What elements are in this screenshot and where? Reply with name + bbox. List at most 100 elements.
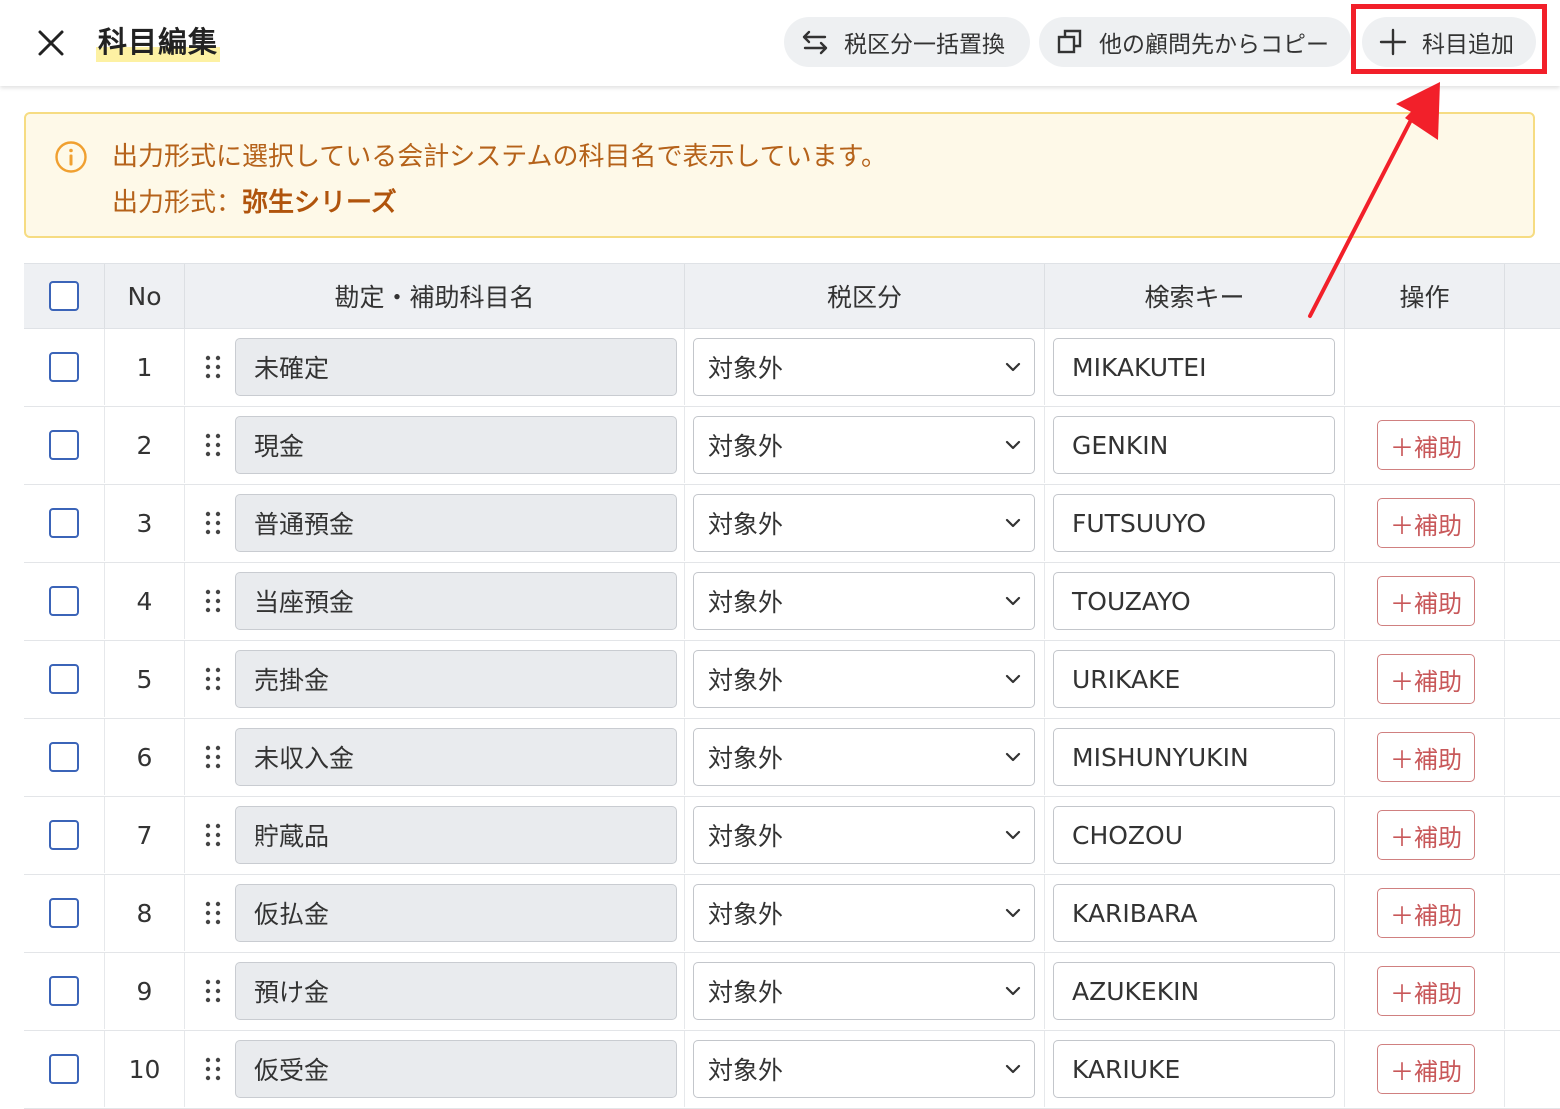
drag-handle-icon[interactable]	[199, 1054, 227, 1084]
output-format-label: 出力形式：	[112, 188, 243, 218]
row-checkbox[interactable]	[49, 664, 79, 694]
row-tax-cell: 対象外	[685, 797, 1045, 873]
notice-output-format: 出力形式：弥生シリーズ	[112, 182, 397, 219]
row-name-cell: 普通預金	[185, 485, 685, 561]
search-key-input[interactable]: KARIUKE	[1053, 1040, 1335, 1098]
add-sub-account-button[interactable]: ＋補助	[1377, 498, 1475, 548]
search-key-input[interactable]: TOUZAYO	[1053, 572, 1335, 630]
row-checkbox[interactable]	[49, 1054, 79, 1084]
account-name-field[interactable]: 普通預金	[235, 494, 677, 552]
accounts-table: No 勘定・補助科目名 税区分 検索キー 操作 1 未確定 対象外 MIKAKU…	[24, 263, 1560, 1109]
add-sub-account-button[interactable]: ＋補助	[1377, 732, 1475, 782]
account-name-field[interactable]: 現金	[235, 416, 677, 474]
search-key-input[interactable]: MIKAKUTEI	[1053, 338, 1335, 396]
add-sub-account-button[interactable]: ＋補助	[1377, 966, 1475, 1016]
row-operation-cell: ＋補助	[1345, 485, 1505, 561]
drag-handle-icon[interactable]	[199, 352, 227, 382]
table-row: 7 貯蔵品 対象外 CHOZOU ＋補助	[24, 797, 1560, 875]
header-account-name: 勘定・補助科目名	[185, 264, 685, 328]
drag-handle-icon[interactable]	[199, 430, 227, 460]
row-tax-cell: 対象外	[685, 1031, 1045, 1107]
tax-category-select[interactable]: 対象外	[693, 650, 1035, 708]
tax-category-select[interactable]: 対象外	[693, 1040, 1035, 1098]
account-name-field[interactable]: 仮払金	[235, 884, 677, 942]
search-key-input[interactable]: GENKIN	[1053, 416, 1335, 474]
tax-category-select[interactable]: 対象外	[693, 728, 1035, 786]
row-checkbox[interactable]	[49, 742, 79, 772]
drag-handle-icon[interactable]	[199, 586, 227, 616]
add-sub-account-button[interactable]: ＋補助	[1377, 888, 1475, 938]
row-checkbox[interactable]	[49, 976, 79, 1006]
table-row: 3 普通預金 対象外 FUTSUUYO ＋補助	[24, 485, 1560, 563]
row-number: 2	[105, 407, 185, 483]
drag-handle-icon[interactable]	[199, 742, 227, 772]
drag-handle-icon[interactable]	[199, 898, 227, 928]
row-checkbox[interactable]	[49, 352, 79, 382]
drag-handle-icon[interactable]	[199, 820, 227, 850]
info-icon	[55, 141, 87, 173]
search-key-input[interactable]: CHOZOU	[1053, 806, 1335, 864]
tax-category-select[interactable]: 対象外	[693, 338, 1035, 396]
search-key-input[interactable]: URIKAKE	[1053, 650, 1335, 708]
account-name-field[interactable]: 貯蔵品	[235, 806, 677, 864]
search-key-input[interactable]: AZUKEKIN	[1053, 962, 1335, 1020]
row-spacer	[1505, 1031, 1560, 1107]
table-row: 6 未収入金 対象外 MISHUNYUKIN ＋補助	[24, 719, 1560, 797]
row-tax-cell: 対象外	[685, 329, 1045, 405]
row-key-cell: KARIUKE	[1045, 1031, 1345, 1107]
search-key-input[interactable]: FUTSUUYO	[1053, 494, 1335, 552]
account-name-field[interactable]: 未確定	[235, 338, 677, 396]
row-checkbox[interactable]	[49, 820, 79, 850]
tax-category-value: 対象外	[708, 666, 784, 695]
add-sub-account-button[interactable]: ＋補助	[1377, 654, 1475, 704]
tax-category-value: 対象外	[708, 822, 784, 851]
add-sub-account-button[interactable]: ＋補助	[1377, 810, 1475, 860]
row-name-cell: 仮払金	[185, 875, 685, 951]
row-checkbox-cell	[24, 1031, 105, 1107]
add-account-label: 科目追加	[1422, 32, 1514, 58]
row-tax-cell: 対象外	[685, 563, 1045, 639]
row-checkbox[interactable]	[49, 430, 79, 460]
tax-category-select[interactable]: 対象外	[693, 494, 1035, 552]
tax-category-value: 対象外	[708, 1056, 784, 1085]
drag-handle-icon[interactable]	[199, 976, 227, 1006]
account-name-field[interactable]: 当座預金	[235, 572, 677, 630]
row-spacer	[1505, 875, 1560, 951]
account-name-field[interactable]: 預け金	[235, 962, 677, 1020]
tax-category-select[interactable]: 対象外	[693, 572, 1035, 630]
tax-category-select[interactable]: 対象外	[693, 806, 1035, 864]
row-number: 10	[105, 1031, 185, 1107]
chevron-down-icon	[1005, 440, 1021, 450]
add-account-button[interactable]: 科目追加	[1362, 17, 1536, 67]
add-sub-account-button[interactable]: ＋補助	[1377, 420, 1475, 470]
close-button[interactable]	[28, 22, 74, 64]
drag-handle-icon[interactable]	[199, 508, 227, 538]
row-checkbox[interactable]	[49, 898, 79, 928]
tax-category-select[interactable]: 対象外	[693, 416, 1035, 474]
header-no: No	[105, 264, 185, 328]
account-name-field[interactable]: 売掛金	[235, 650, 677, 708]
row-checkbox[interactable]	[49, 586, 79, 616]
account-name-field[interactable]: 仮受金	[235, 1040, 677, 1098]
swap-arrows-icon	[800, 27, 830, 57]
row-spacer	[1505, 719, 1560, 795]
table-header: No 勘定・補助科目名 税区分 検索キー 操作	[24, 263, 1560, 329]
search-key-input[interactable]: MISHUNYUKIN	[1053, 728, 1335, 786]
add-sub-account-button[interactable]: ＋補助	[1377, 1044, 1475, 1094]
drag-handle-icon[interactable]	[199, 664, 227, 694]
row-checkbox[interactable]	[49, 508, 79, 538]
row-number: 5	[105, 641, 185, 717]
row-operation-cell: ＋補助	[1345, 953, 1505, 1029]
tax-category-select[interactable]: 対象外	[693, 884, 1035, 942]
row-name-cell: 貯蔵品	[185, 797, 685, 873]
tax-category-select[interactable]: 対象外	[693, 962, 1035, 1020]
copy-from-other-client-button[interactable]: 他の顧問先からコピー	[1039, 17, 1351, 67]
search-key-input[interactable]: KARIBARA	[1053, 884, 1335, 942]
row-spacer	[1505, 329, 1560, 405]
row-spacer	[1505, 407, 1560, 483]
row-checkbox-cell	[24, 641, 105, 717]
add-sub-account-button[interactable]: ＋補助	[1377, 576, 1475, 626]
account-name-field[interactable]: 未収入金	[235, 728, 677, 786]
tax-bulk-replace-button[interactable]: 税区分一括置換	[784, 17, 1030, 67]
select-all-checkbox[interactable]	[49, 281, 79, 311]
